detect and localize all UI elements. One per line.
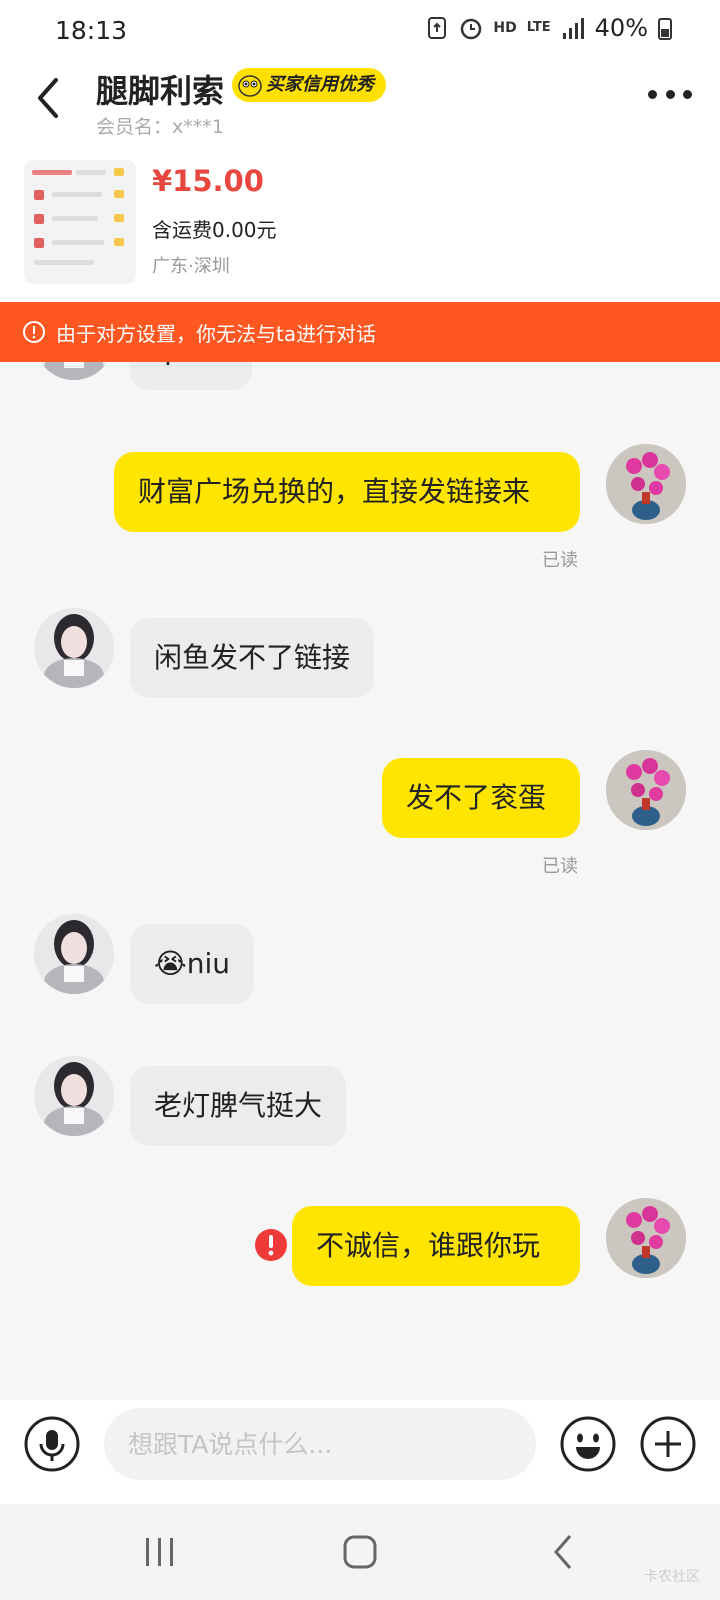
thumb-red xyxy=(34,214,44,224)
status-bar: 18:13 HD LTE 40% xyxy=(0,0,720,60)
thumb-line xyxy=(76,170,106,175)
self-avatar[interactable] xyxy=(606,1198,686,1278)
seller-name[interactable]: 腿脚利索 xyxy=(96,66,224,112)
other-avatar[interactable] xyxy=(34,608,114,688)
read-status: 已读 xyxy=(542,856,578,877)
credit-badge-label: 买家信用优秀 xyxy=(266,74,374,95)
recent-apps-icon[interactable] xyxy=(140,1532,180,1572)
other-avatar[interactable] xyxy=(34,1056,114,1136)
message-bubble-other[interactable]: 😭niu xyxy=(130,924,254,1004)
product-thumbnail[interactable] xyxy=(24,160,136,284)
chat-header: 腿脚利索 买家信用优秀 会员名：x***1 xyxy=(0,60,720,152)
message-input[interactable] xyxy=(104,1408,536,1480)
signal-icon xyxy=(562,18,584,39)
status-icons: HD LTE 40% xyxy=(425,14,672,42)
emoji-button[interactable] xyxy=(560,1416,616,1472)
battery-icon xyxy=(658,18,672,40)
more-dot-icon xyxy=(683,89,692,99)
product-price: ¥15.00 xyxy=(152,164,264,198)
lte-indicator: LTE xyxy=(526,20,551,35)
orchid-avatar-icon xyxy=(606,750,686,830)
chat-area[interactable]: q包行 财富广场兑换的，直接发链接来 已读 闲鱼发不了链接 发不了衮蛋 xyxy=(0,302,720,1402)
recycle-icon xyxy=(428,17,447,39)
home-icon[interactable] xyxy=(340,1532,380,1572)
message-bubble-other[interactable]: 老灯脾气挺大 xyxy=(130,1066,347,1146)
thumb-line xyxy=(34,260,94,265)
send-failed-icon[interactable] xyxy=(254,1228,288,1262)
thumb-line xyxy=(52,192,102,197)
message-bubble-self[interactable]: 财富广场兑换的，直接发链接来 xyxy=(114,452,580,532)
credit-badge[interactable]: 买家信用优秀 xyxy=(232,68,386,102)
input-bar xyxy=(0,1400,720,1504)
hd-indicator: HD xyxy=(493,20,517,36)
message-bubble-other[interactable]: 闲鱼发不了链接 xyxy=(130,618,375,698)
blocked-alert-banner: 由于对方设置，你无法与ta进行对话 xyxy=(0,302,720,362)
crying-emoji-icon: 😭 xyxy=(154,947,187,980)
thumb-red xyxy=(34,238,44,248)
product-card[interactable]: ¥15.00 含运费0.00元 广东·深圳 xyxy=(0,152,720,302)
alarm-icon xyxy=(461,18,482,40)
self-avatar[interactable] xyxy=(606,750,686,830)
thumb-dot xyxy=(114,238,124,246)
product-location: 广东·深圳 xyxy=(152,256,230,277)
fish-face-icon xyxy=(238,75,262,97)
avatar-girl-icon xyxy=(34,1056,114,1136)
status-time: 18:13 xyxy=(55,16,128,45)
watermark: 卡农社区 xyxy=(644,1569,700,1585)
thumb-dot xyxy=(114,214,124,222)
alert-text: 由于对方设置，你无法与ta进行对话 xyxy=(56,321,377,346)
add-attachment-button[interactable] xyxy=(640,1416,696,1472)
more-dot-icon xyxy=(665,89,675,99)
thumb-dot xyxy=(114,190,124,198)
voice-input-button[interactable] xyxy=(24,1416,80,1472)
avatar-girl-icon xyxy=(34,914,114,994)
message-bubble-self[interactable]: 发不了衮蛋 xyxy=(382,758,580,838)
orchid-avatar-icon xyxy=(606,444,686,524)
orchid-avatar-icon xyxy=(606,1198,686,1278)
more-options-button[interactable] xyxy=(648,80,692,108)
read-status: 已读 xyxy=(542,550,578,571)
warning-circle-icon xyxy=(23,321,45,343)
thumb-line xyxy=(52,240,104,245)
avatar-girl-icon xyxy=(34,608,114,688)
self-avatar[interactable] xyxy=(606,444,686,524)
thumb-red xyxy=(34,190,44,200)
back-button[interactable] xyxy=(30,72,70,124)
nav-back-icon[interactable] xyxy=(544,1532,584,1572)
shipping-fee: 含运费0.00元 xyxy=(152,218,277,242)
other-avatar[interactable] xyxy=(34,914,114,994)
more-dot-icon xyxy=(648,89,657,99)
member-name: 会员名：x***1 xyxy=(96,116,224,138)
thumb-line xyxy=(32,170,72,175)
message-bubble-self[interactable]: 不诚信，谁跟你玩 xyxy=(292,1206,580,1286)
system-nav-bar: 卡农社区 xyxy=(0,1504,720,1600)
thumb-dot xyxy=(114,168,124,176)
message-text: niu xyxy=(186,947,230,980)
thumb-line xyxy=(52,216,98,221)
battery-level: 40% xyxy=(594,14,648,42)
